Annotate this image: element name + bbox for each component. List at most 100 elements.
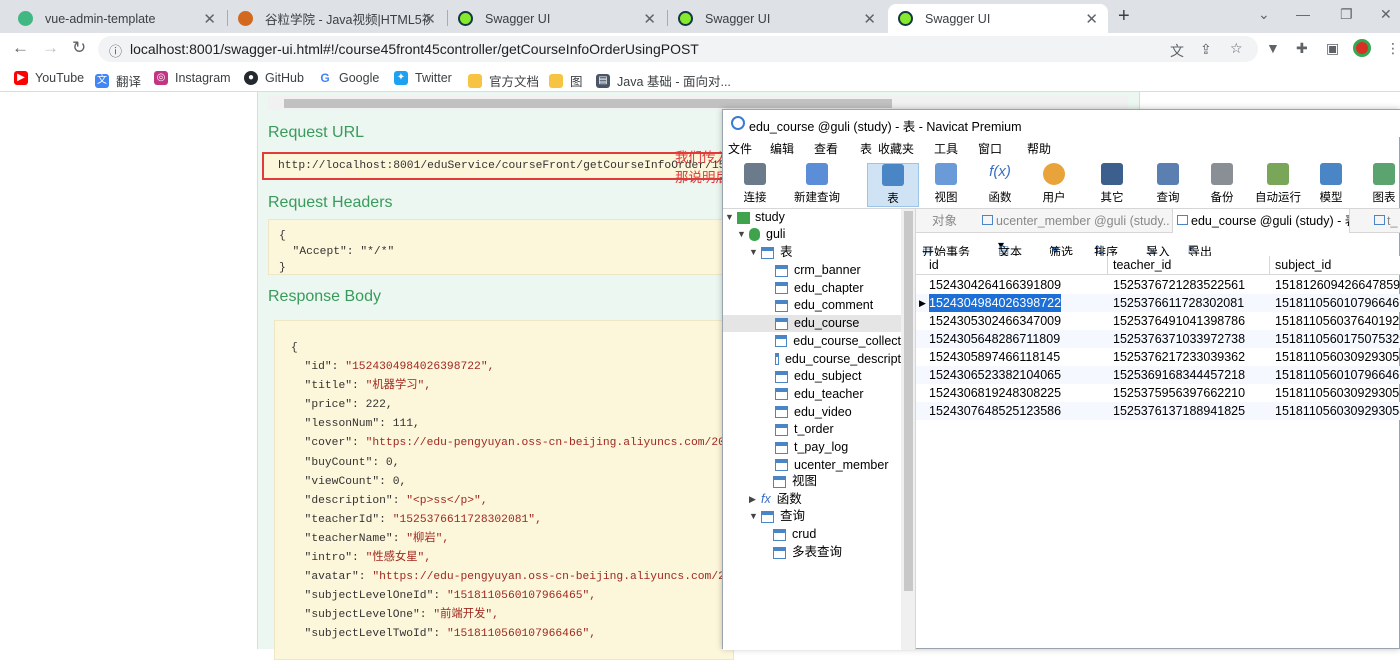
tab-t-order[interactable]: t_ [1370,209,1400,233]
info-icon[interactable]: ⓘ [109,41,122,60]
tab-objects[interactable]: 对象 [918,209,974,233]
table-cell[interactable]: 1518110560376401921 [1275,312,1400,330]
table-cell[interactable]: 1524306819248308225 [929,384,1109,402]
table-row[interactable]: 1524304264166391809 1525376721283522561 15… [916,276,1400,294]
menu-table[interactable]: 表 [860,140,872,157]
tab-guli[interactable]: 谷粒学院 - Java视频|HTML5视频 ✕ [228,4,446,33]
tab-swagger-2[interactable]: Swagger UI ✕ [668,4,886,33]
user-button[interactable]: 用户 [1029,163,1079,207]
scrollbar-thumb[interactable] [904,211,913,591]
menu-view[interactable]: 查看 [814,140,838,157]
function-button[interactable]: f(x) 函数 [975,163,1025,207]
table-cell[interactable]: 1525376217233039362 [1113,348,1268,366]
table-row[interactable]: 1524305302466347009 1525376491041398786 15… [916,312,1400,330]
bookmark-instagram[interactable]: ◎ Instagram [154,71,231,85]
tree-table-item[interactable]: edu_comment [723,297,901,314]
tree-queries-group[interactable]: ▼ 查询 [749,508,805,525]
tab-ucenter-member[interactable]: ucenter_member @guli (study... [978,209,1170,233]
close-icon[interactable]: ✕ [643,10,656,28]
tree-table-item[interactable]: edu_chapter [723,280,901,297]
scrollbar-thumb[interactable] [284,99,892,108]
tree-scrollbar[interactable] [901,209,915,650]
query-button[interactable]: 查询 [1143,163,1193,207]
tree-table-item[interactable]: edu_course [723,315,901,333]
menu-tools[interactable]: 工具 [934,140,958,157]
table-cell[interactable]: 1525376491041398786 [1113,312,1268,330]
menu-window[interactable]: 窗口 [978,140,1002,157]
table-cell[interactable]: 1518110560309293058 [1275,384,1400,402]
share-icon[interactable]: ⇪ [1200,41,1212,58]
tab-vue-admin[interactable]: vue-admin-template ✕ [8,4,226,33]
model-button[interactable]: 模型 [1306,163,1356,207]
table-row[interactable]: 1524306523382104065 1525369168344457218 15… [916,366,1400,384]
column-header-id[interactable]: id [916,256,1108,275]
reload-icon[interactable]: ↻ [72,38,86,58]
table-cell[interactable]: 1518110560107966466 [1275,294,1400,312]
table-row[interactable]: 1524307648525123586 1525376137188941825 15… [916,402,1400,420]
horizontal-scrollbar[interactable] [268,96,1128,110]
sidebar-icon[interactable]: ▣ [1326,40,1339,57]
chevron-down-icon[interactable]: ▼ [749,244,761,261]
extensions-puzzle-icon[interactable]: ✚ [1296,40,1308,57]
new-tab-button[interactable]: + [1118,5,1130,28]
menu-edit[interactable]: 编辑 [770,140,794,157]
table-cell[interactable]: 1524304984026398722 [929,294,1062,312]
bookmark-folder-docs[interactable]: 官方文档 [468,71,539,90]
other-button[interactable]: 其它 [1087,163,1137,207]
chevron-down-icon[interactable]: ▼ [725,209,737,226]
tab-edu-course[interactable]: edu_course @guli (study) - 表 [1172,209,1350,233]
table-cell[interactable]: 1524305648286711809 [929,330,1109,348]
automation-button[interactable]: 自动运行 [1249,163,1307,207]
address-bar[interactable]: ⓘ localhost:8001/swagger-ui.html#!/cours… [98,36,1258,62]
tree-table-item[interactable]: edu_video [723,404,901,421]
text-button[interactable]: ▤ 文本 ▾ [998,238,1022,259]
tree-table-item[interactable]: t_pay_log [723,439,901,456]
profile-avatar[interactable] [1353,39,1371,57]
table-cell[interactable]: 1524304264166391809 [929,276,1109,294]
table-row[interactable]: ▶ 1524304984026398722 1525376611728302081 1… [916,294,1400,312]
tree-query-item[interactable]: 多表查询 [773,544,842,561]
translate-icon[interactable]: 文 [1170,41,1184,61]
close-icon[interactable]: ✕ [203,10,216,28]
table-cell[interactable]: 1525376721283522561 [1113,276,1268,294]
bookmark-star-icon[interactable]: ☆ [1230,40,1243,57]
table-cell[interactable]: 1518126094266478594 [1275,276,1400,294]
table-cell[interactable]: 1525376371033972738 [1113,330,1268,348]
table-cell[interactable]: 1525375956397662210 [1113,384,1268,402]
tree-query-item[interactable]: crud [773,526,816,543]
chevron-down-icon[interactable]: ▼ [749,508,761,525]
maximize-icon[interactable]: ❐ [1340,6,1353,23]
table-button[interactable]: 表 [867,163,919,207]
table-cell[interactable]: 1525369168344457218 [1113,366,1268,384]
bookmark-github[interactable]: ● GitHub [244,71,304,85]
bookmark-java-basics[interactable]: ▤ Java 基础 - 面向对... [596,71,731,90]
table-row[interactable]: 1524305648286711809 1525376371033972738 15… [916,330,1400,348]
tree-tables-group[interactable]: ▼ 表 [749,244,793,261]
tree-table-item[interactable]: edu_course_collect [723,333,901,350]
table-cell[interactable]: 1524307648525123586 [929,402,1109,420]
table-cell[interactable]: 1518110560107966466 [1275,366,1400,384]
tab-swagger-active[interactable]: Swagger UI ✕ [888,4,1108,33]
tree-table-item[interactable]: edu_teacher [723,386,901,403]
menu-file[interactable]: 文件 [728,140,752,157]
backup-button[interactable]: 备份 [1197,163,1247,207]
tab-swagger-1[interactable]: Swagger UI ✕ [448,4,666,33]
table-cell[interactable]: 1518110560175075329 [1275,330,1400,348]
chevron-down-icon[interactable]: ▼ [737,226,749,243]
tree-connection[interactable]: ▼ study [725,209,785,226]
chart-button[interactable]: 图表 [1359,163,1400,207]
column-header-subject-id[interactable]: subject_id [1270,256,1400,275]
tree-table-item[interactable]: crm_banner [723,262,901,279]
table-cell[interactable]: 1524305302466347009 [929,312,1109,330]
view-button[interactable]: 视图 [921,163,971,207]
tree-database[interactable]: ▼ guli [737,226,785,243]
menu-help[interactable]: 帮助 [1027,140,1051,157]
chevron-down-icon[interactable]: ⌄ [1258,6,1270,23]
back-icon[interactable]: ← [12,38,29,58]
menu-icon[interactable]: ⋮ [1386,40,1400,57]
bookmark-google[interactable]: G Google [318,71,379,85]
chevron-right-icon[interactable]: ▶ [749,491,761,508]
table-cell[interactable]: 1524305897466118145 [929,348,1109,366]
tree-table-item[interactable]: edu_course_descript [723,351,901,368]
tree-views-group[interactable]: 视图 [761,473,817,490]
